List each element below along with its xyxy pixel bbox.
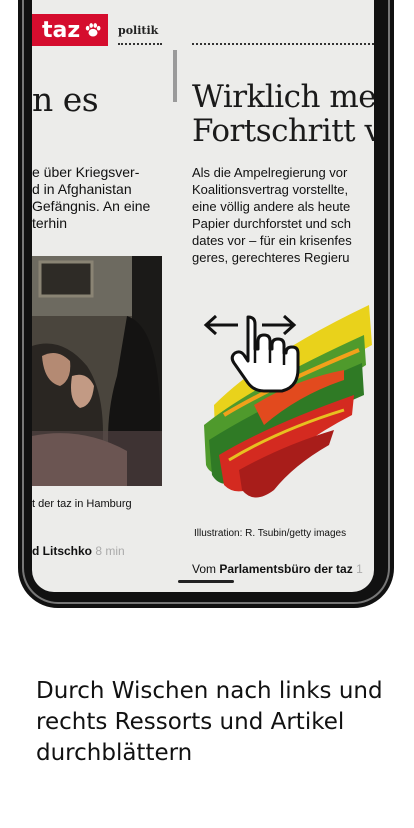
teaser-line: d in Afghanistan	[32, 181, 132, 197]
left-article-photo[interactable]	[32, 256, 162, 486]
swipe-hand-icon	[203, 314, 300, 393]
onboarding-caption: Durch Wischen nach links und rechts Ress…	[36, 678, 383, 766]
dotted-rule-right	[192, 43, 374, 45]
right-article-teaser[interactable]: Als die Ampelregierung vor Koalitionsver…	[192, 164, 374, 266]
home-indicator[interactable]	[178, 580, 234, 583]
ressort-label[interactable]: politik	[118, 24, 158, 37]
teaser-line: Papier durchforstet und sch	[192, 216, 351, 231]
taz-logo-text: taz	[42, 17, 81, 43]
headline-line: Fortschritt v	[192, 113, 374, 148]
left-photo-caption: t der taz in Hamburg	[32, 498, 132, 510]
headline-line: Wirklich me	[192, 80, 374, 115]
right-article-byline: Vom Parlamentsbüro der taz 1	[192, 562, 374, 576]
right-article-headline[interactable]: Wirklich me Fortschritt v	[192, 80, 374, 148]
taz-logo[interactable]: taz	[32, 14, 108, 46]
taz-paw-icon	[85, 23, 101, 37]
byline-suffix: 1	[356, 562, 363, 576]
author-name: Parlamentsbüro der taz	[219, 562, 353, 576]
teaser-line: eine völlig andere als heute	[192, 199, 351, 214]
left-article-headline[interactable]: n es	[32, 80, 167, 119]
app-screen[interactable]: taz politik n es e über Kriegsver- d in …	[32, 0, 374, 592]
teaser-line: geres, gerechteres Regieru	[192, 250, 350, 265]
teaser-line: Gefängnis. An eine	[32, 198, 151, 214]
article-photo-image	[32, 256, 162, 486]
byline-prefix: Vom	[192, 562, 217, 576]
illustration-caption: Illustration: R. Tsubin/getty images	[194, 528, 347, 539]
left-article-teaser[interactable]: e über Kriegsver- d in Afghanistan Gefän…	[32, 164, 164, 232]
teaser-line: dates vor – für ein krisenfes	[192, 233, 352, 248]
reading-time: 8 min	[95, 544, 125, 558]
teaser-line: terhin	[32, 215, 68, 231]
column-divider	[173, 50, 177, 102]
dotted-rule-left	[118, 43, 162, 45]
teaser-line: Koalitionsvertrag vorstellte,	[192, 182, 349, 197]
teaser-line: e über Kriegsver-	[32, 164, 140, 180]
author-name: d Litschko	[32, 544, 93, 558]
left-article-byline: d Litschko 8 min	[32, 544, 172, 558]
teaser-line: Als die Ampelregierung vor	[192, 165, 348, 180]
